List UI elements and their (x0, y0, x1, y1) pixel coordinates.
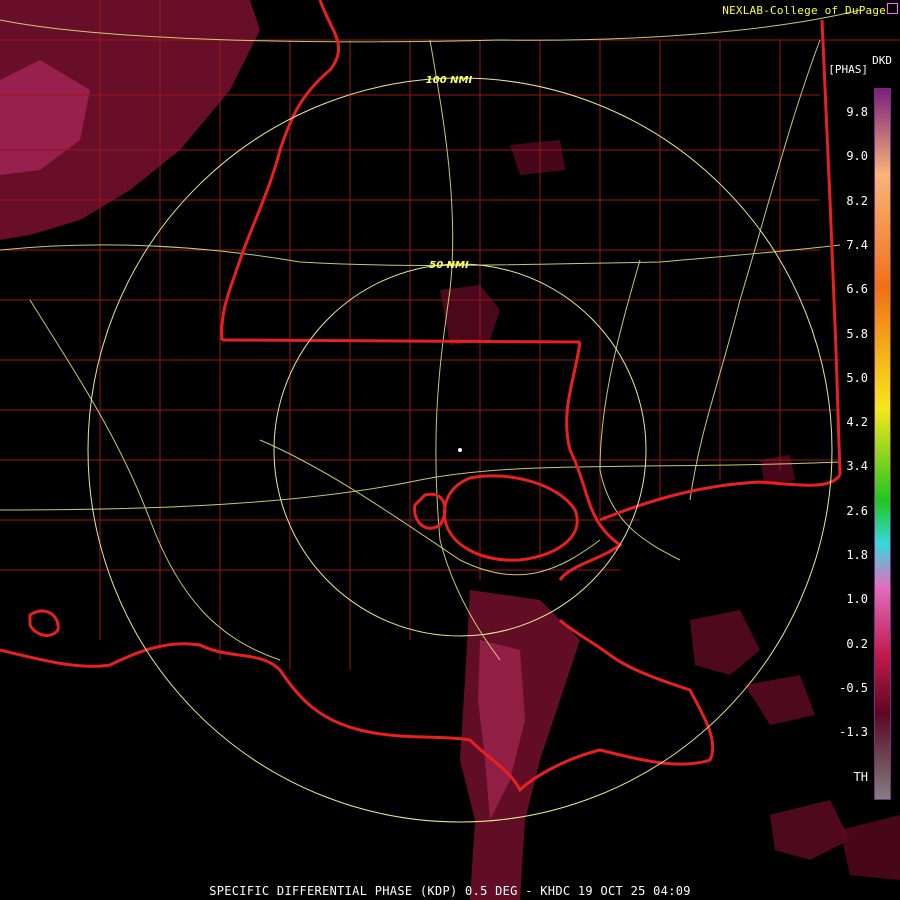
caption: SPECIFIC DIFFERENTIAL PHASE (KDP) 0.5 DE… (209, 884, 691, 898)
colorbar-tick-label: 9.8 (846, 105, 868, 119)
colorbar-tick-label: 7.4 (846, 237, 868, 252)
units-label: [PHAS] (828, 63, 868, 76)
colorbar-tick-label: 6.6 (846, 282, 868, 297)
colorbar-tick-label: 5.8 (846, 326, 868, 341)
colorbar-tick-label: 1.0 (846, 592, 868, 607)
range-ring-label-50: 50 NMI (429, 260, 469, 271)
colorbar-tick-label: 1.8 (846, 548, 868, 562)
radar-site-marker (458, 448, 462, 452)
external-link-icon[interactable] (887, 3, 898, 14)
colorbar-tick-label: TH (853, 769, 868, 784)
credit-text: NEXLAB-College of DuPage (722, 4, 886, 17)
colorbar-tick-label: 2.6 (846, 503, 868, 518)
colorbar-tick-label: 9.0 (846, 149, 868, 164)
range-ring-label-100: 100 NMI (426, 75, 473, 86)
product-code: DKD (872, 54, 892, 67)
colorbar-tick-label: 4.2 (846, 415, 868, 430)
colorbar-tick-label: -1.3 (839, 725, 868, 740)
radar-map[interactable]: 100 NMI 50 NMI (0, 0, 900, 900)
colorbar-tick-label: 3.4 (846, 459, 868, 474)
colorbar (874, 88, 891, 800)
state-line-horizontal (221, 338, 581, 344)
colorbar-tick-label: 8.2 (846, 193, 868, 208)
colorbar-tick-label: 0.2 (846, 636, 868, 651)
echo-north-small (510, 140, 565, 175)
colorbar-tick-label: -0.5 (839, 680, 868, 695)
colorbar-tick-label: 5.0 (846, 370, 868, 385)
